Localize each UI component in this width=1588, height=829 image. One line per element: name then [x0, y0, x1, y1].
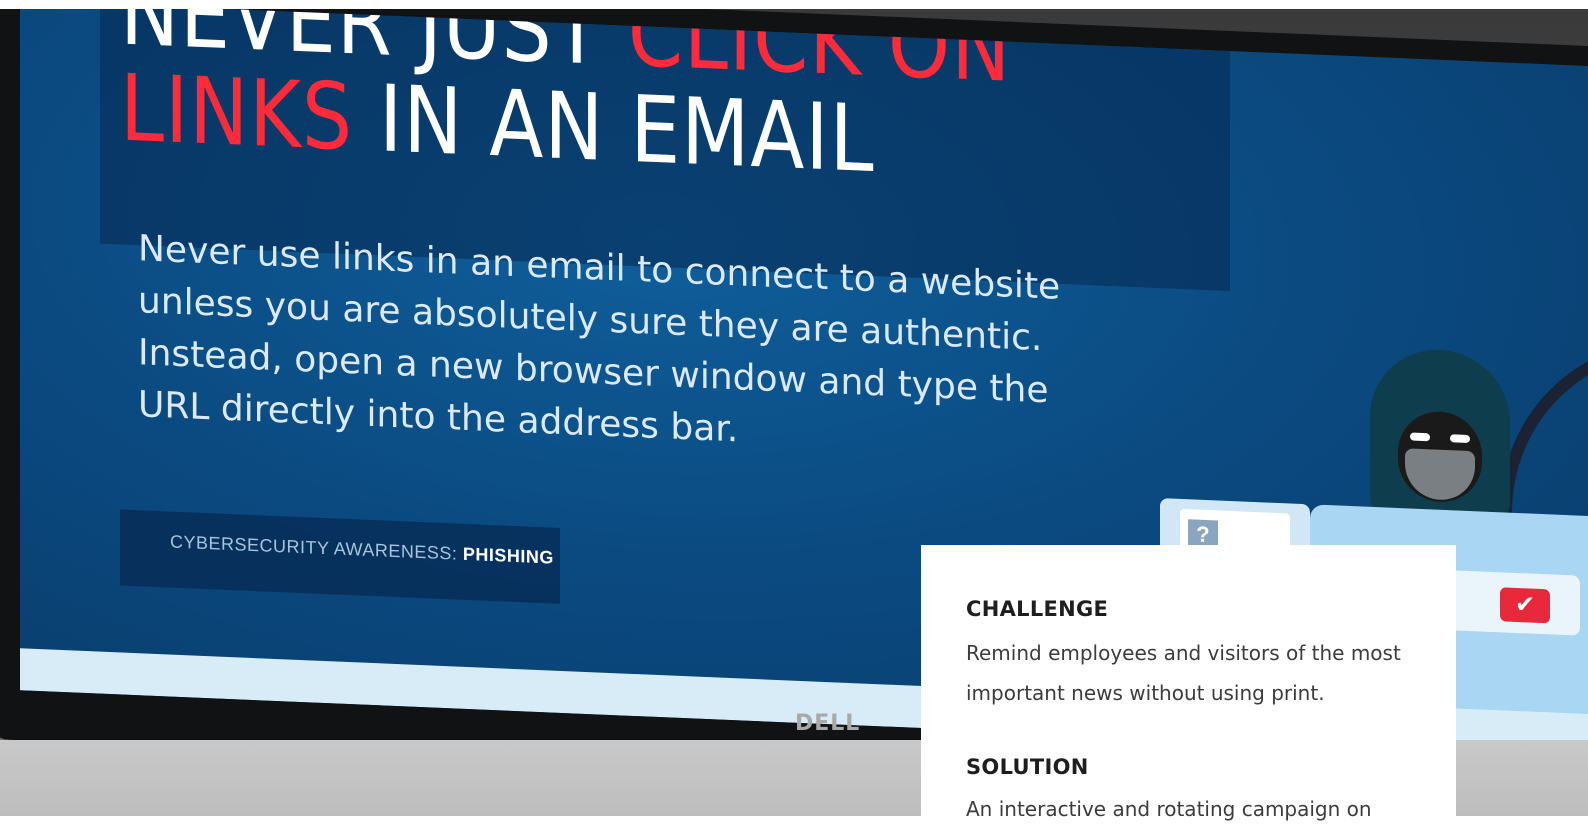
solution-text: An interactive and rotating campaign on [966, 797, 1372, 821]
solution-heading: SOLUTION [966, 755, 1089, 779]
headline: NEVER JUST CLICK ON LINKS IN AN EMAIL [120, 9, 1011, 194]
check-icon: ✔ [1500, 587, 1550, 624]
dell-logo: DELL [795, 711, 861, 736]
challenge-text: Remind employees and visitors of the mos… [966, 641, 1401, 705]
screen-body-text: Never use links in an email to connect t… [138, 228, 1061, 451]
headline-red-2: LINKS [120, 54, 354, 172]
headline-white-2: IN AN EMAIL [379, 65, 875, 194]
hacker-eye-icon [1450, 434, 1470, 444]
info-card: CHALLENGE Remind employees and visitors … [921, 545, 1456, 821]
challenge-heading: CHALLENGE [966, 597, 1109, 621]
tag-highlight: PHISHING [462, 543, 554, 568]
hacker-eye-icon [1410, 432, 1430, 442]
